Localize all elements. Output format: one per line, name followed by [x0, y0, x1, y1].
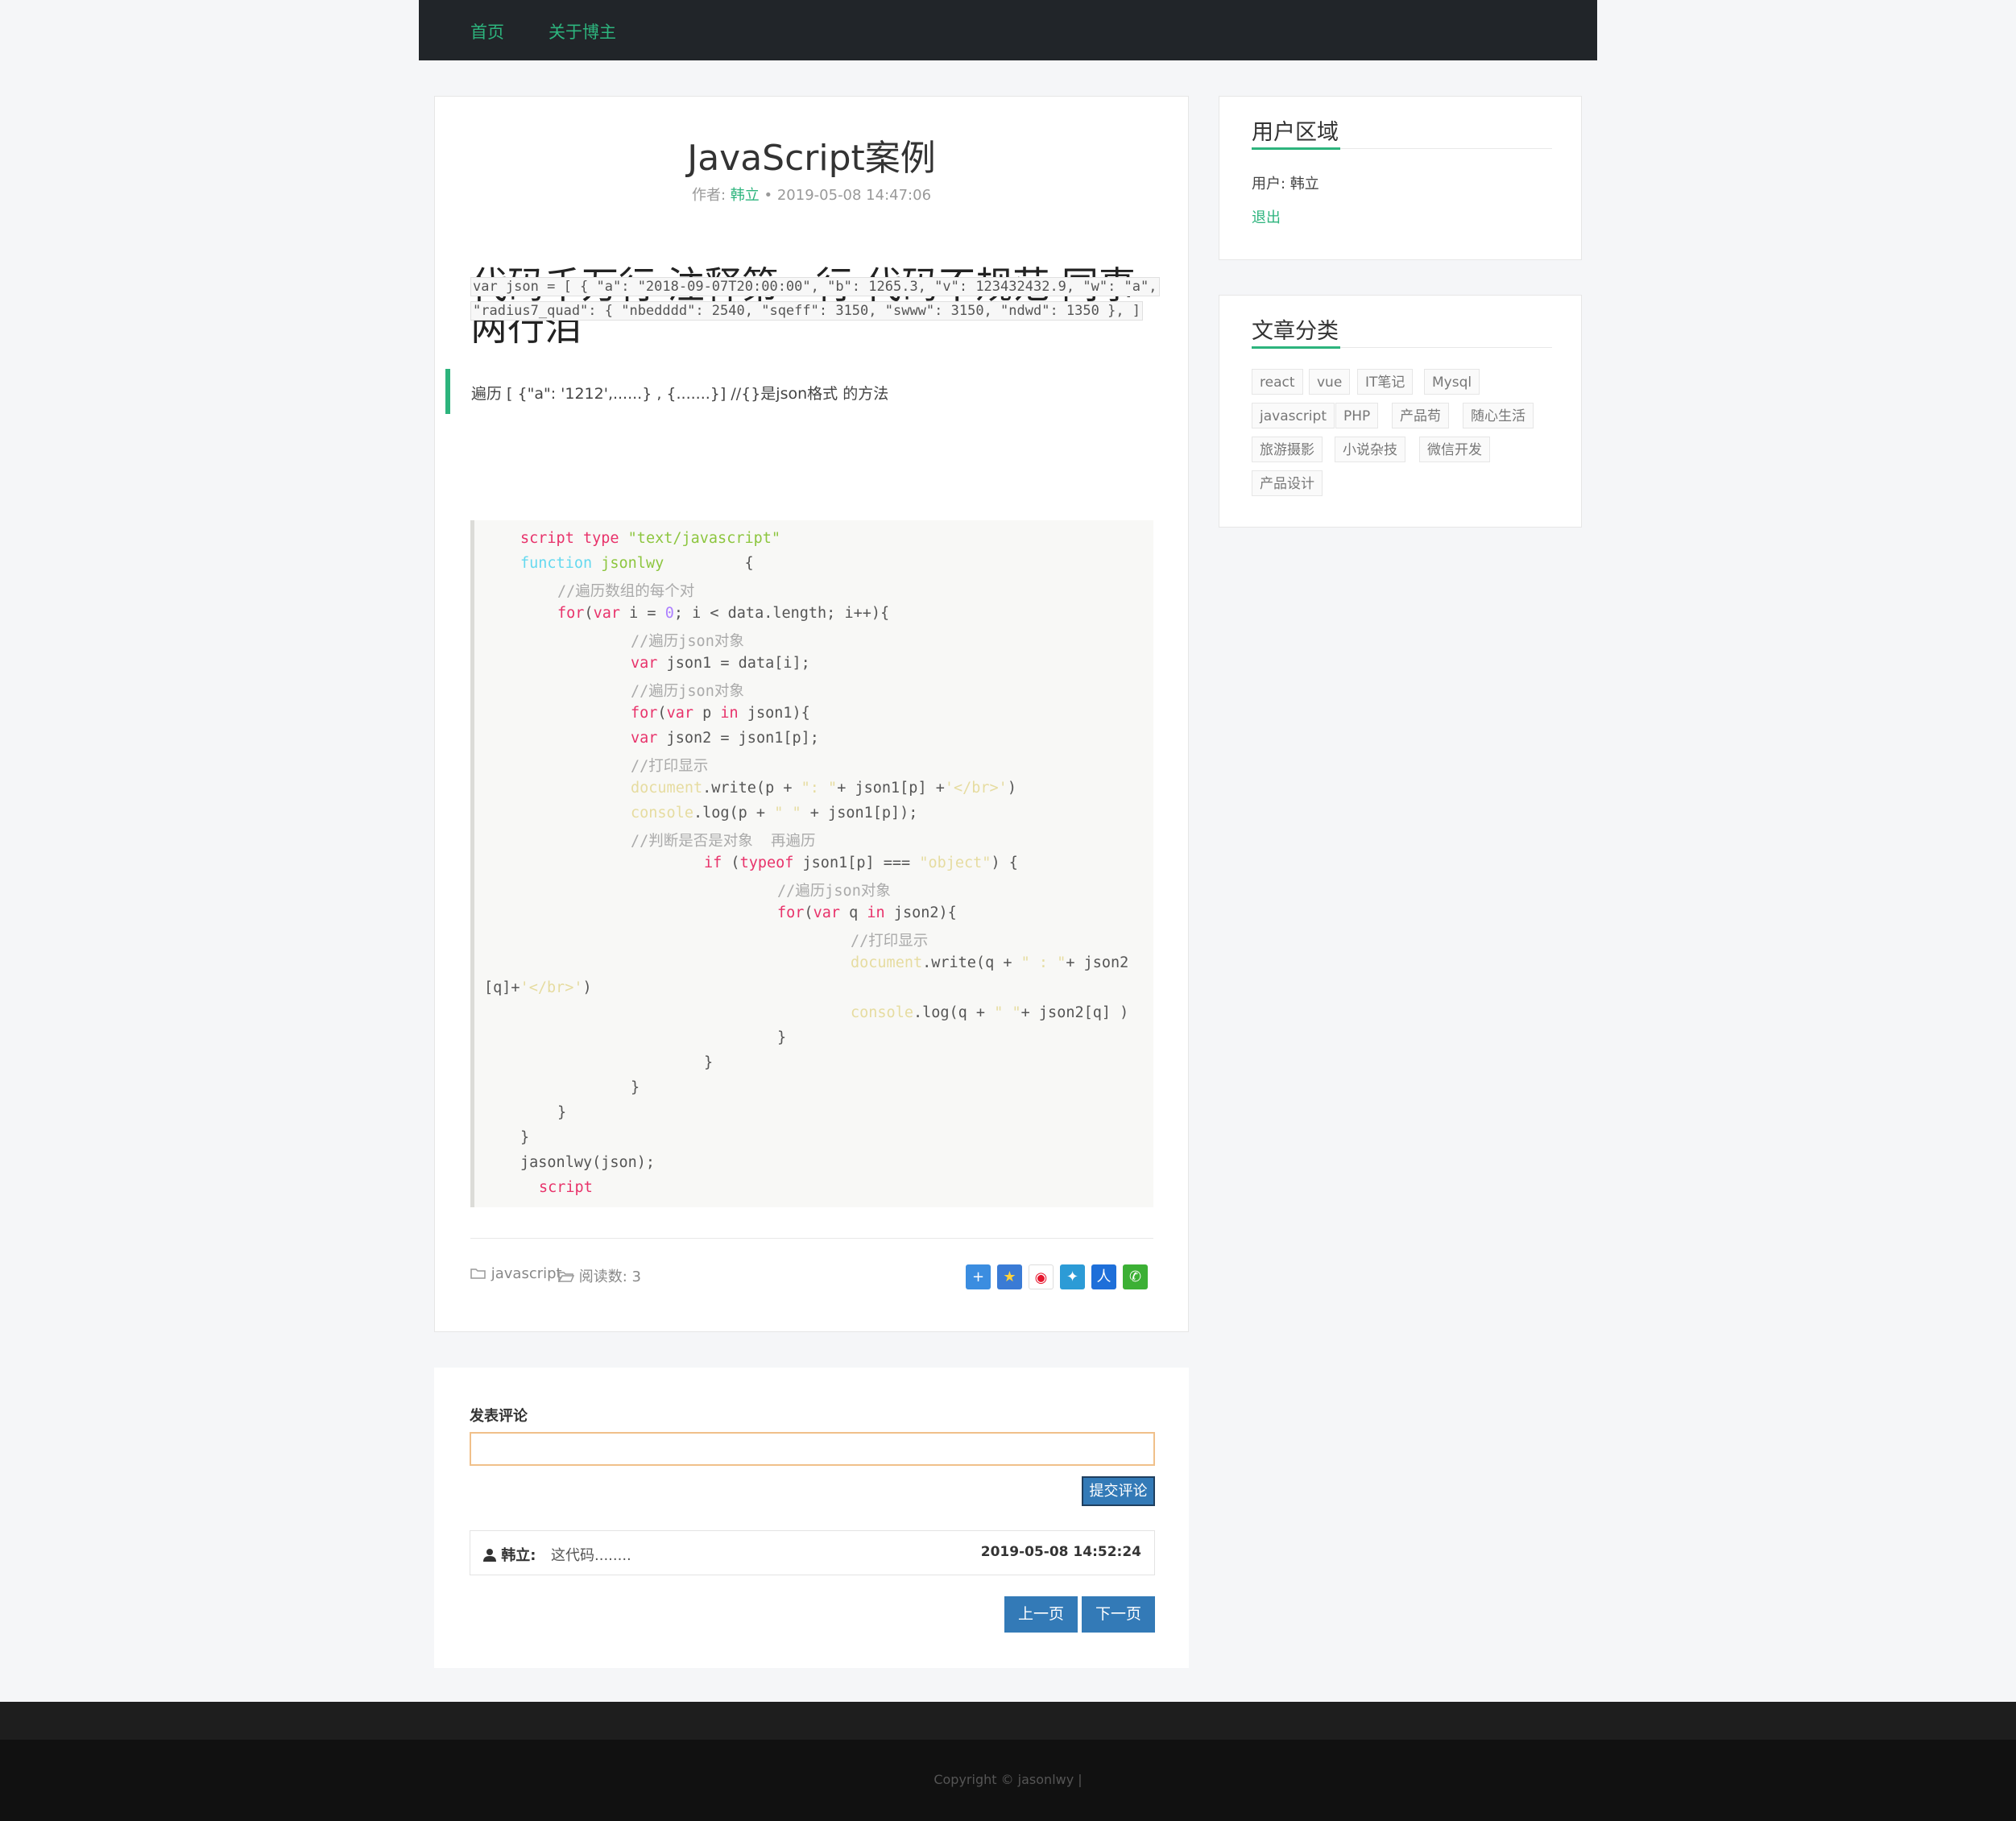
- renren-share-icon[interactable]: 人: [1091, 1264, 1116, 1289]
- star-share-icon[interactable]: ★: [997, 1264, 1022, 1289]
- author-link[interactable]: 韩立: [731, 187, 760, 204]
- code-line: if (typeof json1[p] === "object") {: [704, 855, 1018, 871]
- code-line: function jsonlwy {: [520, 555, 754, 572]
- category-tag[interactable]: vue: [1309, 369, 1351, 395]
- article-title: JavaScript案例: [687, 138, 936, 179]
- code-line: document.write(q + " : "+ json2: [851, 954, 1129, 971]
- user-area-panel: 用户区域 用户: 韩立 退出: [1219, 96, 1582, 260]
- article-card: JavaScript案例 作者: 韩立 • 2019-05-08 14:47:0…: [434, 96, 1189, 1332]
- code-line: var json1 = data[i];: [631, 655, 810, 672]
- category-tag[interactable]: Mysql: [1424, 369, 1480, 395]
- code-line: //打印显示: [631, 758, 709, 775]
- category-label: javascript: [491, 1265, 562, 1282]
- nav-about-link[interactable]: 关于博主: [549, 19, 616, 43]
- json-code-line-2: "radius7_quad": { "nbedddd": 2540, "sqef…: [470, 301, 1163, 321]
- top-navbar: 首页 关于博主: [419, 0, 1597, 60]
- logout-link[interactable]: 退出: [1252, 206, 1281, 227]
- category-tag[interactable]: react: [1252, 369, 1303, 395]
- comment-input[interactable]: [470, 1432, 1155, 1466]
- code-line: //遍历json对象: [631, 683, 744, 700]
- category-tag[interactable]: 微信开发: [1419, 437, 1490, 462]
- plus-share-icon[interactable]: +: [966, 1264, 991, 1289]
- blockquote: 遍历 [ {"a": '1212',......} , {.......}] /…: [445, 369, 1154, 414]
- folder-open-icon: [557, 1272, 575, 1284]
- code-line: //判断是否是对象 再遍历: [631, 833, 816, 850]
- code-line: //遍历数组的每个对: [557, 583, 695, 600]
- code-line: }: [520, 1129, 530, 1146]
- article-meta: 作者: 韩立 • 2019-05-08 14:47:06: [435, 184, 1188, 205]
- next-page-button[interactable]: 下一页: [1082, 1596, 1155, 1633]
- category-tag[interactable]: 随心生活: [1463, 403, 1534, 428]
- code-line: }: [777, 1029, 787, 1046]
- current-user: 用户: 韩立: [1252, 176, 1319, 192]
- code-line: //打印显示: [851, 933, 929, 950]
- qzone-share-icon[interactable]: ✦: [1060, 1264, 1085, 1289]
- comment-username: 韩立:: [501, 1547, 536, 1564]
- article-divider: [470, 1238, 1153, 1239]
- comment-item: 韩立: 这代码........ 2019-05-08 14:52:24: [470, 1530, 1155, 1575]
- comment-time: 2019-05-08 14:52:24: [980, 1544, 1141, 1560]
- copyright-text: Copyright © jasonlwy |: [933, 1772, 1083, 1787]
- submit-comment-button[interactable]: 提交评论: [1082, 1476, 1155, 1506]
- read-count: 阅读数: 3: [557, 1265, 641, 1286]
- category-link[interactable]: javascript: [470, 1265, 562, 1282]
- read-count-label: 阅读数: 3: [578, 1268, 641, 1285]
- code-line: for(var i = 0; i < data.length; i++){: [557, 605, 890, 622]
- code-line: }: [557, 1104, 567, 1121]
- code-line: [q]+'</br>'): [484, 979, 592, 996]
- title-underline: [1252, 147, 1340, 150]
- category-title: 文章分类: [1252, 319, 1339, 344]
- folder-icon: [470, 1268, 486, 1279]
- category-tag[interactable]: 产品苟: [1392, 403, 1449, 428]
- code-line: //遍历json对象: [777, 883, 891, 900]
- wechat-share-icon[interactable]: ✆: [1123, 1264, 1148, 1289]
- comments-section: 发表评论 提交评论 韩立: 这代码........ 2019-05-08 14:…: [434, 1368, 1189, 1668]
- code-line: jasonlwy(json);: [520, 1154, 656, 1171]
- category-tag[interactable]: IT笔记: [1357, 369, 1414, 395]
- weibo-share-icon[interactable]: ◉: [1029, 1264, 1054, 1289]
- author-label: 作者:: [691, 187, 727, 204]
- user-area-title: 用户区域: [1252, 120, 1339, 145]
- user-icon: [483, 1549, 496, 1562]
- category-tag[interactable]: javascript: [1252, 403, 1335, 428]
- code-line: console.log(p + " " + json1[p]);: [631, 805, 918, 822]
- footer-top-bar: [0, 1702, 2016, 1740]
- code-line: for(var p in json1){: [631, 705, 810, 722]
- code-line: console.log(q + " "+ json2[q] ): [851, 1004, 1129, 1021]
- blockquote-text: 遍历 [ {"a": '1212',......} , {.......}] /…: [471, 385, 889, 403]
- nav-home-link[interactable]: 首页: [470, 19, 504, 43]
- code-line: for(var q in json2){: [777, 904, 957, 921]
- json-code-line-1: var json = [ { "a": "2018-09-07T20:00:00…: [470, 277, 1163, 296]
- category-tag[interactable]: 小说杂技: [1335, 437, 1405, 462]
- prev-page-button[interactable]: 上一页: [1004, 1596, 1078, 1633]
- footer: Copyright © jasonlwy |: [0, 1740, 2016, 1821]
- code-line: }: [704, 1054, 714, 1071]
- publish-date: • 2019-05-08 14:47:06: [764, 187, 932, 204]
- category-panel: 文章分类 react vue IT笔记 Mysql javascript PHP…: [1219, 295, 1582, 528]
- comment-user: 韩立:: [483, 1544, 536, 1565]
- category-tag[interactable]: PHP: [1335, 403, 1379, 428]
- code-line: //遍历json对象: [631, 633, 744, 650]
- category-tag[interactable]: 旅游摄影: [1252, 437, 1323, 462]
- code-line: script: [539, 1179, 593, 1196]
- title-underline: [1252, 346, 1340, 349]
- comment-form-label: 发表评论: [470, 1408, 528, 1425]
- code-block: script type "text/javascript" function j…: [470, 520, 1153, 1207]
- category-tag[interactable]: 产品设计: [1252, 470, 1323, 496]
- code-line: var json2 = json1[p];: [631, 730, 819, 747]
- comment-text: 这代码........: [551, 1547, 631, 1564]
- code-line: script type "text/javascript": [520, 530, 781, 547]
- code-line: }: [631, 1079, 640, 1096]
- code-line: document.write(p + ": "+ json1[p] +'</br…: [631, 780, 1016, 797]
